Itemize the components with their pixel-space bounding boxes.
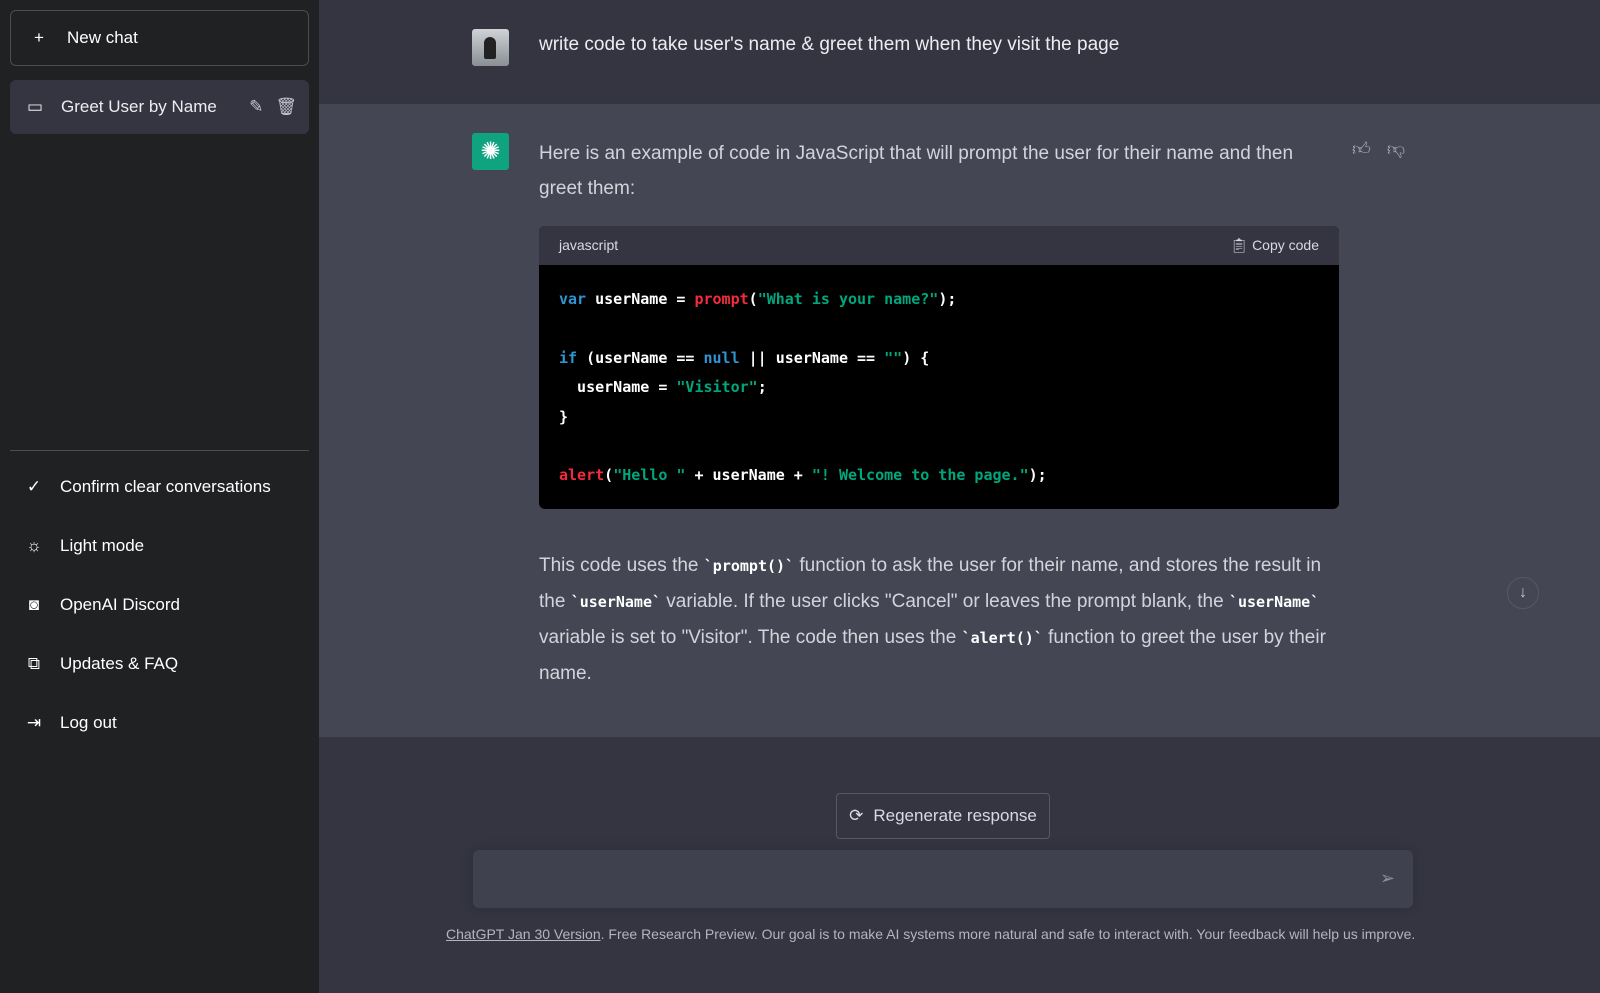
user-message: write code to take user's name & greet t…: [539, 34, 1120, 55]
check-icon: ✓: [26, 476, 42, 496]
plus-icon: +: [34, 28, 44, 47]
logout-icon: ⇥: [26, 712, 42, 732]
sidebar-item-confirm-clear[interactable]: ✓ Confirm clear conversations: [10, 457, 309, 516]
code-line: }: [559, 403, 1319, 432]
code-token: "! Welcome to the page.": [811, 466, 1029, 485]
sidebar-item-label: OpenAI Discord: [60, 594, 180, 614]
footer-text: . Free Research Preview. Our goal is to …: [600, 926, 1416, 942]
code-line: alert("Hello " + userName + "! Welcome t…: [559, 461, 1319, 490]
code-token: ;: [757, 378, 767, 397]
code-token: );: [938, 290, 957, 308]
sidebar-item-label: Log out: [60, 712, 117, 732]
version-link[interactable]: ChatGPT Jan 30 Version: [446, 926, 601, 942]
code-token: null: [703, 348, 740, 367]
code-token: "Hello ": [613, 466, 686, 485]
sidebar-item-label: Updates & FAQ: [60, 653, 179, 673]
inline-code: `prompt()`: [703, 556, 795, 575]
sidebar-item-logout[interactable]: ⇥ Log out: [10, 693, 309, 752]
code-token: if: [559, 348, 578, 367]
code-token: (userName ==: [577, 348, 704, 367]
user-message-row: write code to take user's name & greet t…: [319, 0, 1600, 104]
explain-text: variable is set to "Visitor". The code t…: [539, 626, 962, 648]
chatgpt-logo-icon: ✺: [472, 133, 509, 170]
explain-text: This code uses the: [539, 554, 704, 576]
code-token: (: [748, 290, 758, 308]
code-content: var userName = prompt("What is your name…: [539, 265, 1339, 509]
conversation-item[interactable]: ▭ Greet User by Name ✎ 🗑: [10, 80, 309, 134]
conversation-title: Greet User by Name: [61, 97, 217, 116]
code-block: javascript 📋︎ Copy code var userName = pr…: [539, 226, 1339, 509]
code-token: alert: [559, 466, 605, 485]
code-token: "Visitor": [676, 378, 758, 397]
send-icon[interactable]: ➢: [1380, 868, 1395, 889]
code-token: ) {: [902, 348, 930, 367]
code-token: "What is your name?": [757, 290, 939, 308]
code-token: (: [604, 466, 614, 485]
sidebar-item-label: Confirm clear conversations: [60, 476, 271, 496]
regenerate-response-button[interactable]: ⟳ Regenerate response: [836, 793, 1050, 839]
footer: ChatGPT Jan 30 Version. Free Research Pr…: [446, 926, 1415, 942]
code-token: userName =: [559, 378, 677, 397]
assistant-intro: Here is an example of code in JavaScript…: [539, 143, 1294, 199]
inline-code: `userName`: [570, 592, 662, 611]
refresh-icon: ⟳: [849, 806, 864, 825]
thumbs-up-icon[interactable]: 👍︎: [1352, 138, 1371, 160]
new-chat-label: New chat: [67, 28, 138, 47]
edit-icon[interactable]: ✎: [249, 97, 263, 117]
code-token: userName =: [586, 290, 695, 308]
code-line: if (userName == null || userName == "") …: [559, 344, 1319, 373]
discord-icon: ◙: [28, 594, 40, 614]
assistant-message-row: ✺ 👍︎ 👎︎ Here is an example of code in Jav…: [319, 104, 1600, 737]
chat-bubble-icon: ▭: [26, 97, 44, 116]
scroll-down-button[interactable]: ↓: [1507, 577, 1539, 609]
external-link-icon: ⧉: [27, 653, 41, 673]
inline-code: `alert()`: [961, 628, 1043, 647]
trash-icon[interactable]: 🗑: [275, 97, 297, 117]
code-token: );: [1028, 466, 1047, 485]
thumbs-down-icon[interactable]: 👎︎: [1387, 138, 1405, 160]
code-token: + userName +: [685, 466, 812, 485]
inline-code: `userName`: [1228, 592, 1320, 611]
code-token: || userName ==: [739, 348, 885, 367]
regenerate-label: Regenerate response: [873, 806, 1037, 825]
arrow-down-icon: ↓: [1519, 584, 1527, 601]
sidebar: + New chat ▭ Greet User by Name ✎ 🗑 ✓ Confi…: [0, 0, 319, 993]
copy-code-button[interactable]: 📋︎ Copy code: [1230, 228, 1319, 263]
user-avatar: [472, 29, 509, 66]
code-token: "": [884, 348, 903, 367]
new-chat-button[interactable]: + New chat: [10, 10, 309, 66]
sidebar-item-discord[interactable]: ◙ OpenAI Discord: [10, 575, 309, 634]
sidebar-item-label: Light mode: [60, 535, 145, 555]
chat-area: write code to take user's name & greet t…: [319, 0, 1600, 993]
code-token: }: [559, 407, 569, 426]
clipboard-icon: 📋︎: [1230, 237, 1253, 253]
sidebar-item-light-mode[interactable]: ☼ Light mode: [10, 516, 309, 575]
message-input[interactable]: ➢: [473, 850, 1413, 908]
code-language: javascript: [559, 237, 619, 253]
explain-text: variable. If the user clicks "Cancel" or…: [661, 590, 1229, 612]
sun-icon: ☼: [26, 535, 42, 555]
code-token: var: [559, 290, 587, 308]
code-line: userName = "Visitor";: [559, 373, 1319, 402]
sidebar-item-updates-faq[interactable]: ⧉ Updates & FAQ: [10, 634, 309, 693]
assistant-explanation: This code uses the `prompt()` function t…: [539, 548, 1329, 691]
copy-code-label: Copy code: [1252, 237, 1319, 253]
code-token: prompt: [694, 290, 749, 308]
code-line: var userName = prompt("What is your name…: [559, 285, 1319, 314]
